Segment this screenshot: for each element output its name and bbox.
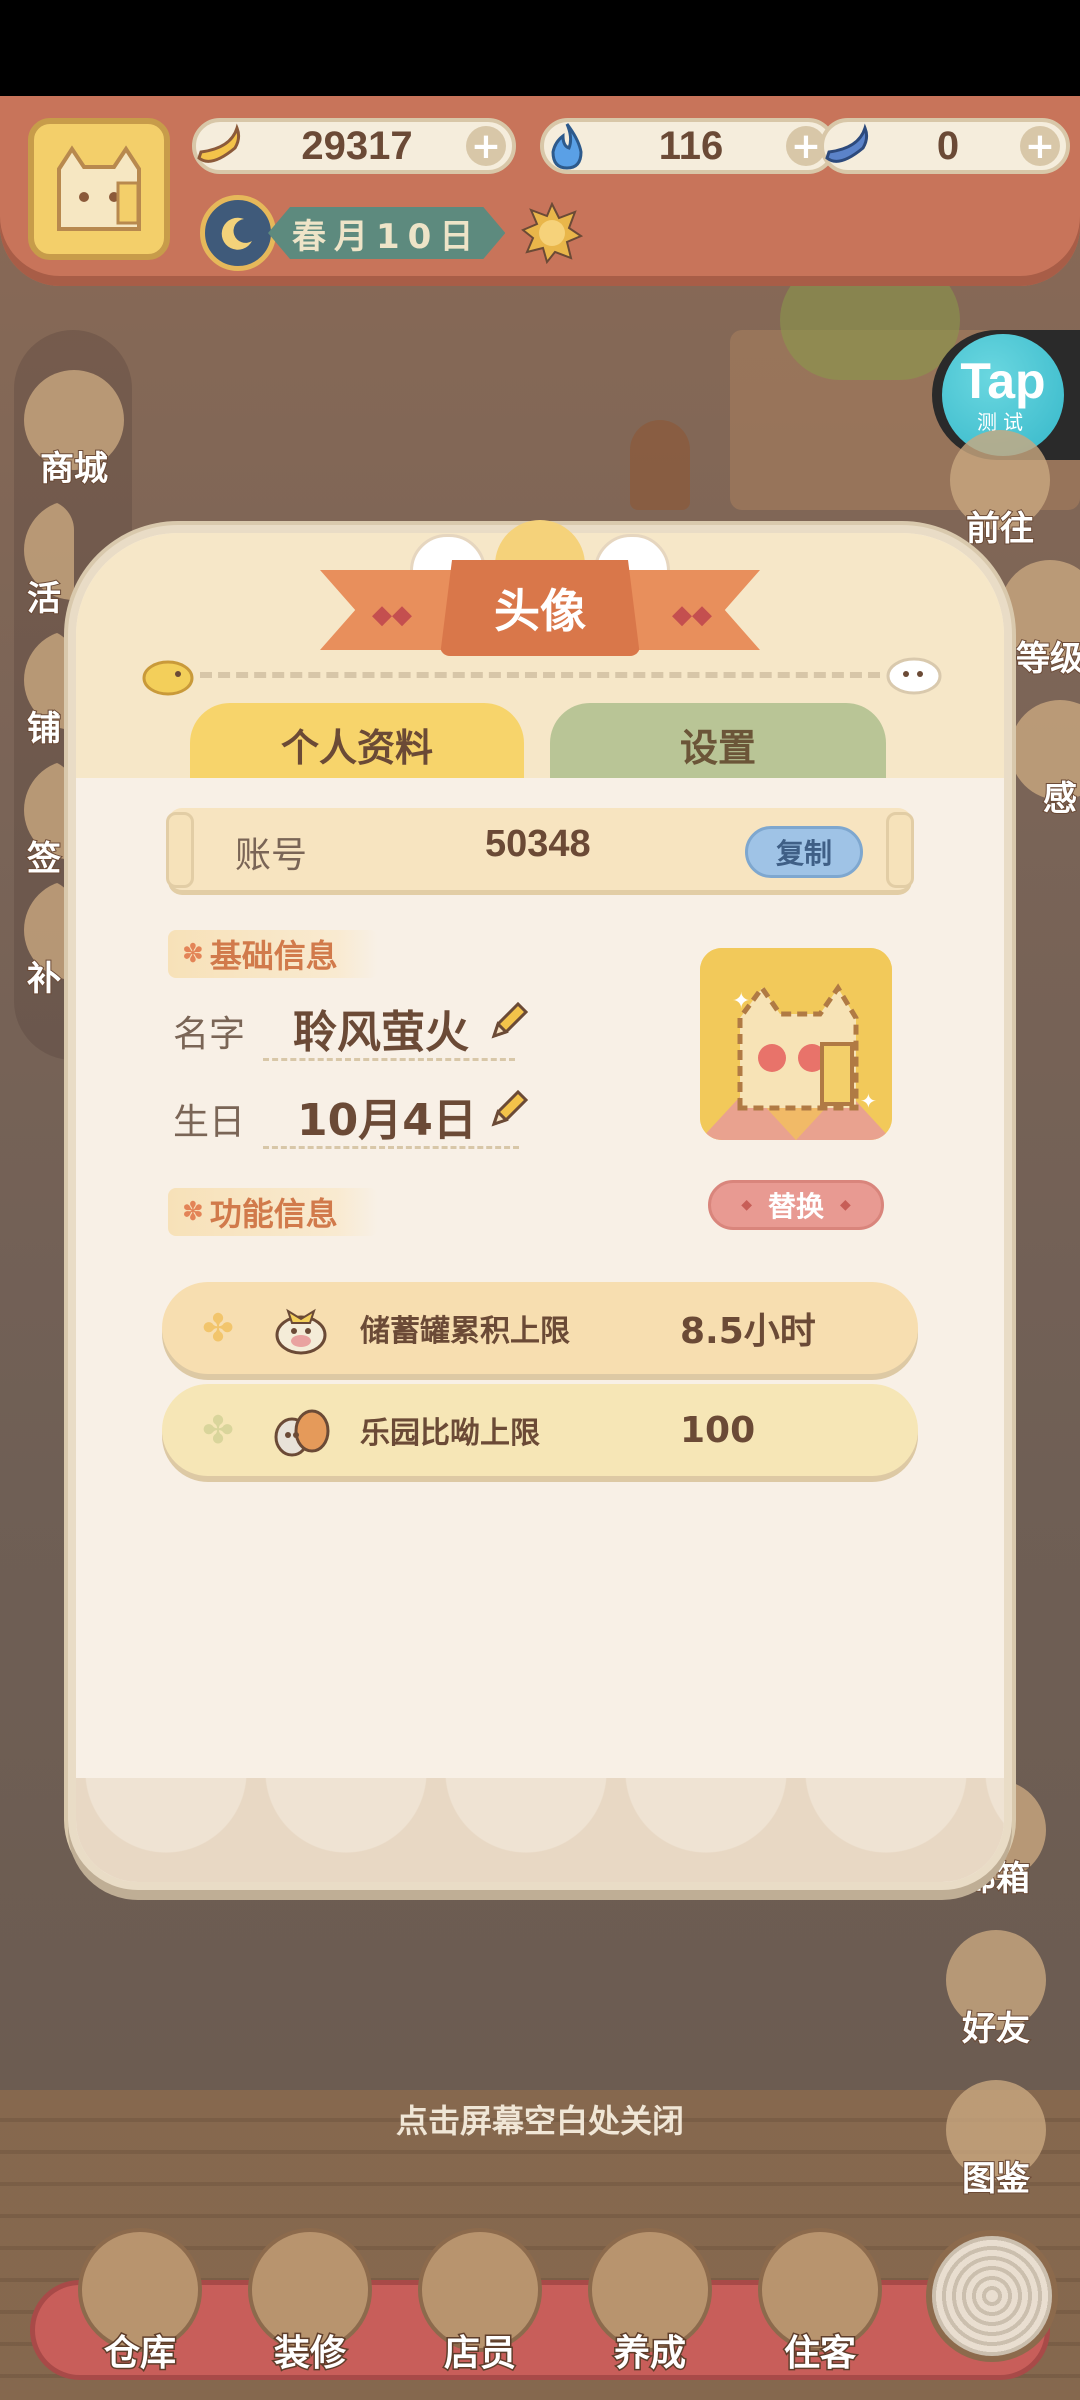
blue-banana-icon [818,117,876,175]
account-label: 账号 [235,835,308,876]
scroll-cap-right [886,812,914,888]
clover-icon: ✤ [202,1408,234,1452]
yarn-ball-button[interactable] [926,2230,1058,2362]
function-label: 储蓄罐累积上限 [360,1314,570,1349]
add-blue-banana-button[interactable]: + [1020,126,1060,167]
game-date: 春月10日 [200,195,600,271]
sun-icon [521,202,584,264]
diamond-icon: ◆◆ [672,600,712,630]
supply-button[interactable]: 补 [14,880,74,1000]
clover-icon: ✤ [202,1306,234,1350]
park-animals-icon [268,1397,334,1463]
nav-staff[interactable]: 店员 [410,2228,550,2384]
events-button[interactable]: 活 [14,500,74,620]
nav-nurture[interactable]: 养成 [580,2228,720,2384]
diamond-icon: ◆◆ [372,600,412,630]
add-banana-button[interactable]: + [466,126,506,167]
date-text: 春月10日 [268,207,505,259]
blue-banana-counter: 0 + [820,118,1070,174]
profile-content [76,778,1004,1778]
modal-scallop-footer [76,1772,1004,1882]
status-bar [0,0,1080,96]
banana-count: 29317 [301,123,413,168]
tab-profile[interactable]: 个人资料 [190,703,524,785]
name-value: 聆风萤火 [263,996,515,1061]
shop-button[interactable]: 商城 [14,370,134,490]
edit-birthday-pencil-icon[interactable] [486,1086,532,1136]
scroll-cap-left [166,812,194,888]
blue-banana-count: 0 [936,123,960,168]
player-avatar[interactable] [28,118,170,260]
function-row-savings: ✤ 储蓄罐累积上限 8.5小时 [162,1282,918,1374]
cat-avatar-icon: ✦ ✦ [700,948,892,1140]
avatar-preview: ✦ ✦ [700,948,892,1140]
name-label: 名字 [173,1014,246,1055]
function-info-header: ✽ 功能信息 [168,1188,378,1236]
tab-settings[interactable]: 设置 [550,703,886,785]
clover-icon: ✽ [182,939,204,969]
cat-avatar-icon [57,145,141,231]
svg-text:✦: ✦ [732,989,750,1014]
background-lamp [630,420,690,510]
nav-warehouse[interactable]: 仓库 [70,2228,210,2384]
diamond-icon: ◆ [741,1197,752,1213]
chick-icon [140,652,196,700]
flame-counter: 116 + [540,118,836,174]
close-hint: 点击屏幕空白处关闭 [395,2102,684,2140]
store-button[interactable]: 铺 [14,630,74,750]
edit-name-pencil-icon[interactable] [486,998,532,1048]
checkin-button[interactable]: 签 [14,760,74,880]
birthday-value: 10月4日 [263,1084,519,1149]
nav-guests[interactable]: 住客 [750,2228,890,2384]
svg-text:✦: ✦ [860,1089,877,1113]
basic-info-header: ✽ 基础信息 [168,930,378,978]
banana-counter: 29317 + [192,118,516,174]
account-id: 50348 [485,823,591,865]
modal-title: 头像 [440,560,640,656]
function-row-park: ✤ 乐园比呦上限 100 [162,1384,918,1476]
clover-icon: ✽ [182,1197,204,1227]
birthday-label: 生日 [173,1102,246,1143]
banana-icon [190,117,248,175]
divider [200,672,880,678]
ghost-cat-icon [884,650,944,700]
function-value: 8.5小时 [680,1311,816,1352]
replace-avatar-button[interactable]: ◆ 替换 ◆ [708,1180,884,1230]
function-value: 100 [680,1409,756,1451]
copy-button[interactable]: 复制 [745,826,863,878]
diamond-icon: ◆ [840,1197,851,1213]
flame-count: 116 [658,123,724,168]
blue-flame-icon [538,117,596,175]
moon-clock-icon [200,195,276,271]
piggy-bank-cow-icon [268,1295,334,1361]
friends-button[interactable]: 好友 [936,1930,1056,2050]
function-label: 乐园比呦上限 [360,1416,540,1451]
tap-logo-text: Tap [960,352,1046,409]
go-button[interactable]: 前往 [940,430,1060,550]
nav-decorate[interactable]: 装修 [240,2228,380,2384]
